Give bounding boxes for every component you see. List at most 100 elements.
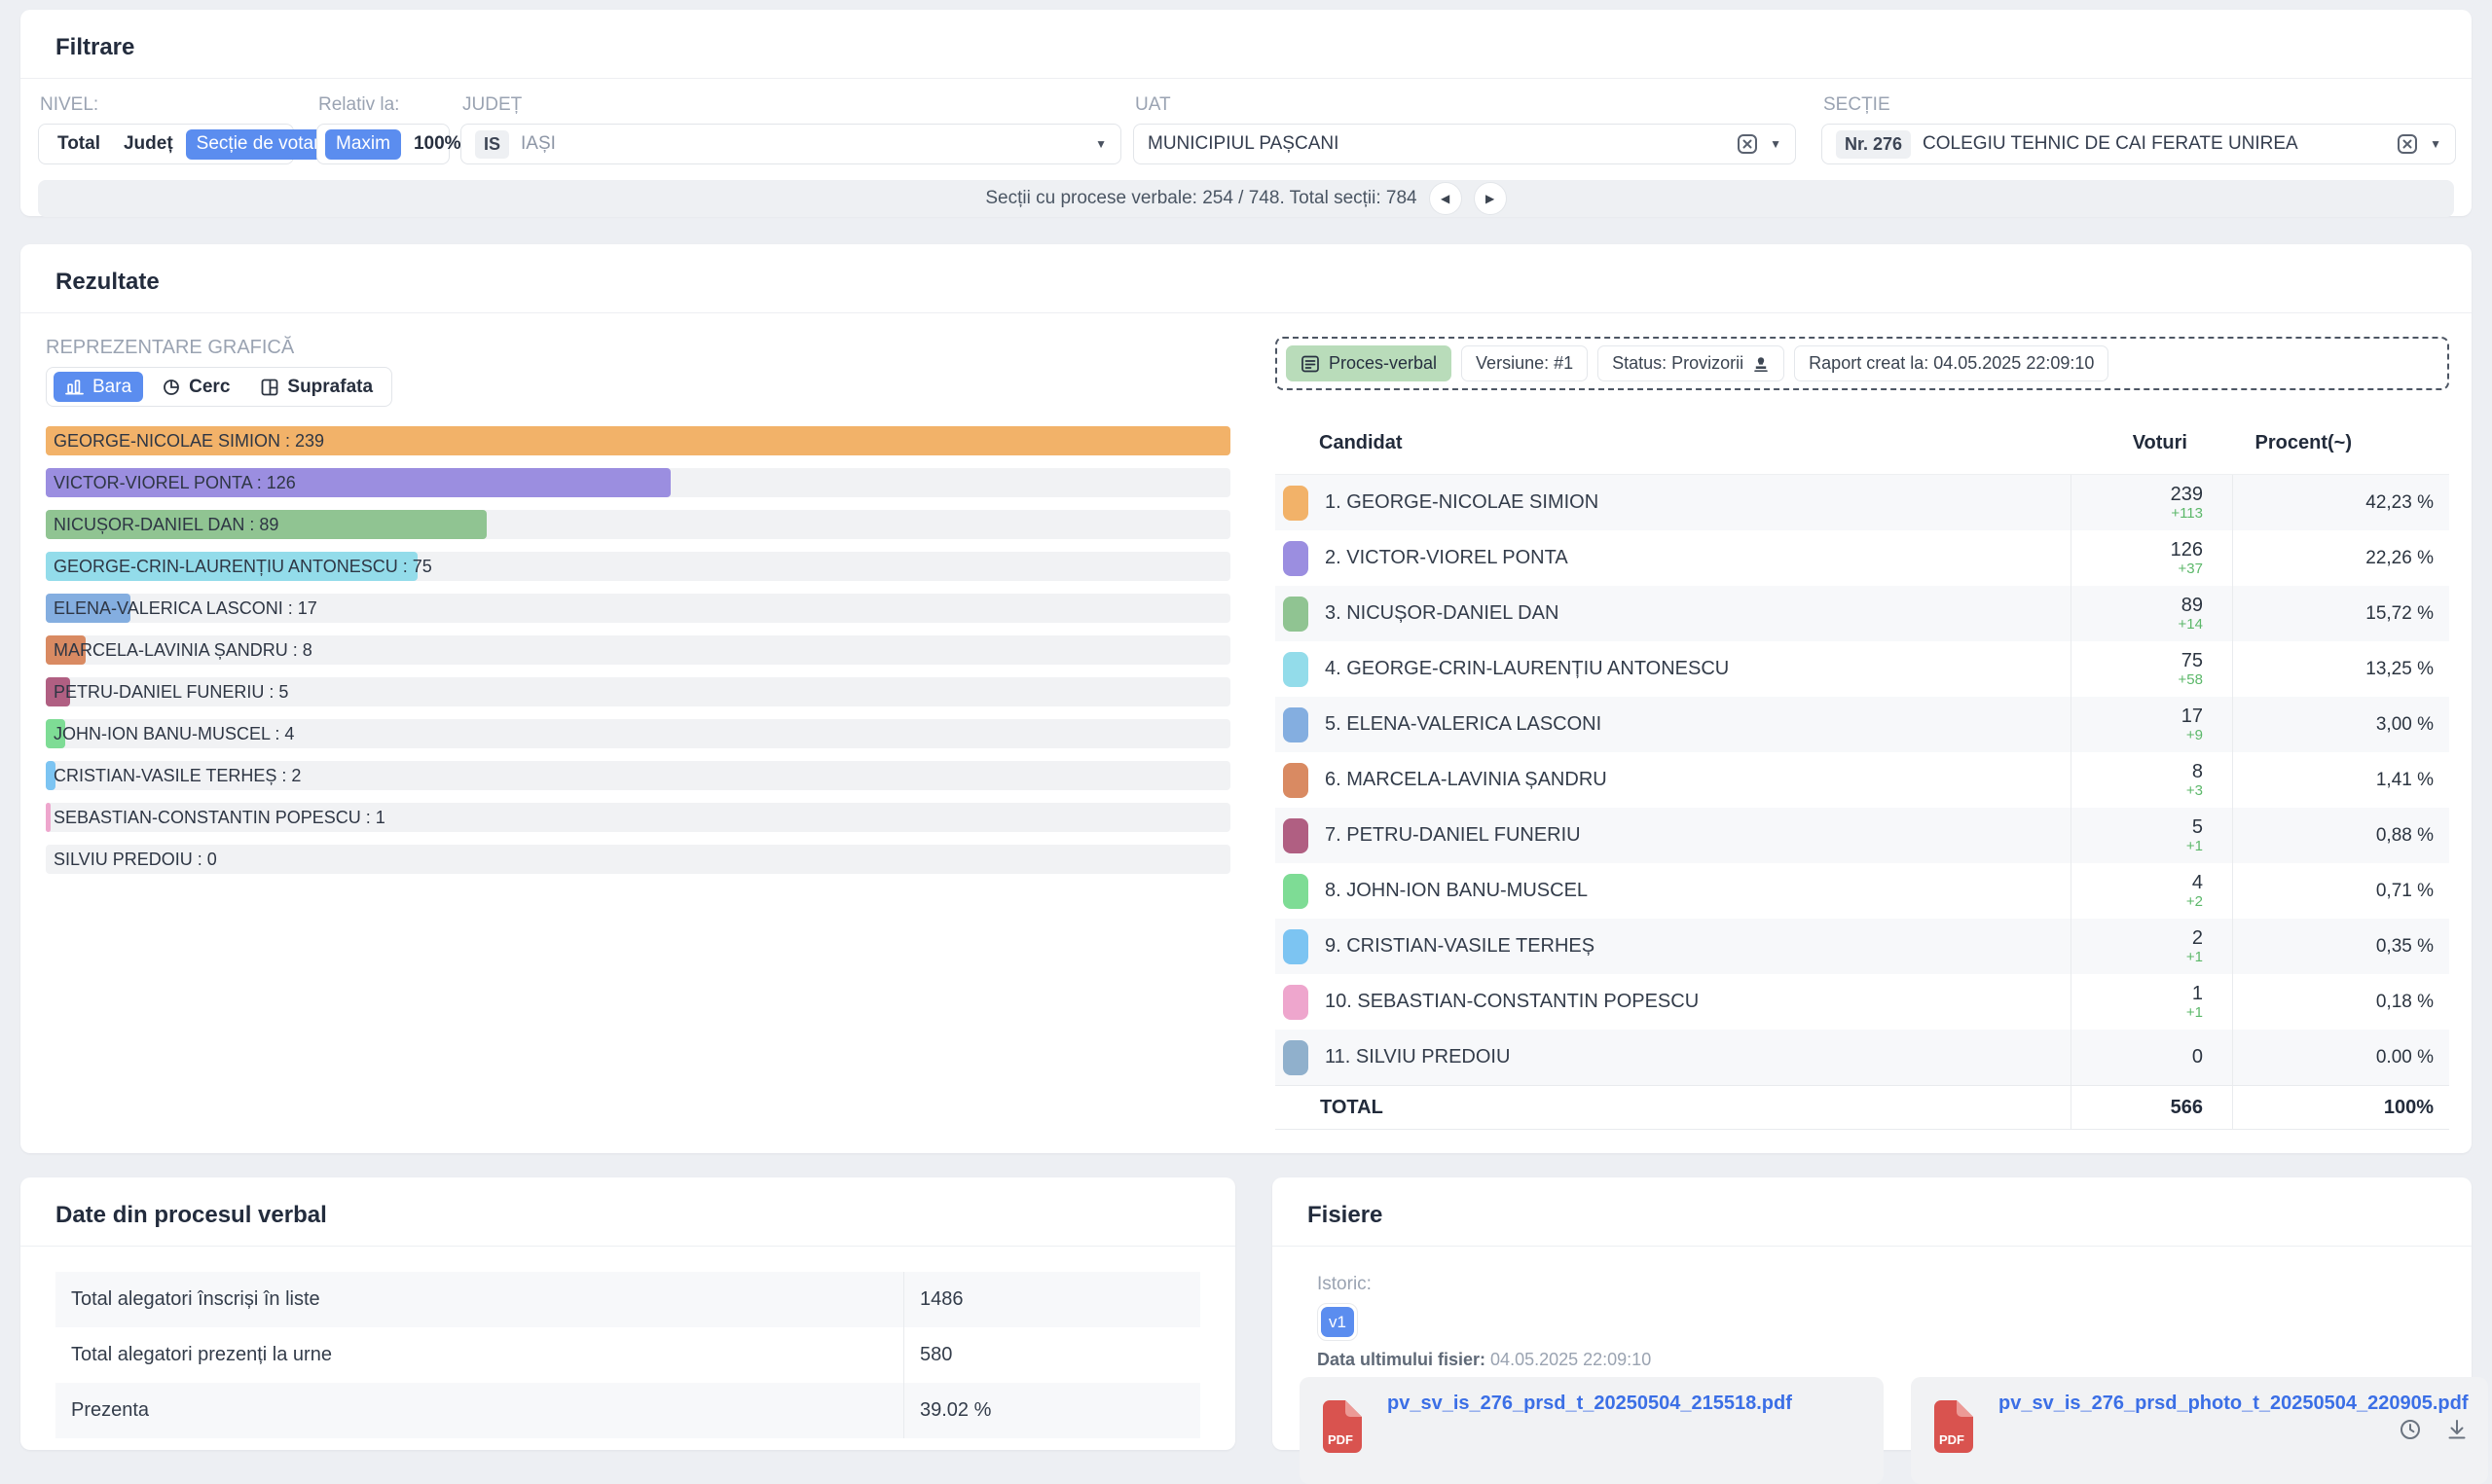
report-created-chip: Raport creat la: 04.05.2025 22:09:10 xyxy=(1794,345,2109,381)
nivel-option-judet[interactable]: Județ xyxy=(113,129,184,160)
votes-value: 2 xyxy=(2191,927,2203,949)
relativ-label: Relativ la: xyxy=(318,94,400,115)
candidate-name: 8. JOHN-ION BANU-MUSCEL xyxy=(1325,880,1589,901)
nivel-option-total[interactable]: Total xyxy=(47,129,111,160)
results-table-body: 1. GEORGE-NICOLAE SIMION 239 +113 42,23 % 2.… xyxy=(1275,475,2449,1085)
last-file-meta: Data ultimului fisier: 04.05.2025 22:09:… xyxy=(1317,1350,2458,1370)
download-button[interactable] xyxy=(2445,1418,2469,1441)
candidate-color-chip xyxy=(1283,1039,1308,1075)
candidate-name: 10. SEBASTIAN-CONSTANTIN POPESCU xyxy=(1325,991,1700,1012)
results-card-title: Rezultate xyxy=(55,269,160,295)
candidate-cell: 2. VICTOR-VIOREL PONTA xyxy=(1275,530,2071,586)
pdf-file-link[interactable]: pv_sv_is_276_prsd_photo_t_20250504_22090… xyxy=(1998,1393,2469,1415)
chart-bar-row: NICUȘOR-DANIEL DAN : 89 xyxy=(46,510,1230,539)
candidate-row: 10. SEBASTIAN-CONSTANTIN POPESCU 1 +1 0,18 … xyxy=(1275,974,2449,1030)
relativ-option-maxim[interactable]: Maxim xyxy=(325,128,401,160)
votes-value: 17 xyxy=(2180,706,2203,727)
pv-data-card: Date din procesul verbal Total alegatori… xyxy=(20,1177,1235,1450)
results-table-header: Candidat Voturi Procent(~) xyxy=(1275,413,2449,475)
chevron-down-icon[interactable]: ▼ xyxy=(2430,137,2441,151)
chart-bar-track: SILVIU PREDOIU : 0 xyxy=(46,845,1230,874)
version-badge-wrapper: v1 xyxy=(1317,1303,1358,1341)
tab-cerc[interactable]: Cerc xyxy=(151,372,241,402)
candidate-cell: 7. PETRU-DANIEL FUNERIU xyxy=(1275,808,2071,863)
candidate-row: 11. SILVIU PREDOIU 0 0.00 % xyxy=(1275,1030,2449,1085)
percent-cell: 1,41 % xyxy=(2232,752,2449,808)
votes-value: 5 xyxy=(2191,816,2203,838)
candidate-row: 6. MARCELA-LAVINIA ȘANDRU 8 +3 1,41 % xyxy=(1275,752,2449,808)
header-voturi: Voturi xyxy=(2132,432,2187,453)
candidate-row: 2. VICTOR-VIOREL PONTA 126 +37 22,26 % xyxy=(1275,530,2449,586)
sectie-filter: SECȚIE Nr. 276 COLEGIU TEHNIC DE CAI FER… xyxy=(1821,94,2456,164)
versiune-chip[interactable]: Versiune: #1 xyxy=(1461,345,1589,381)
versiune-label: Versiune: #1 xyxy=(1476,353,1574,373)
votes-value: 8 xyxy=(2191,761,2203,782)
chevron-down-icon[interactable]: ▼ xyxy=(1770,137,1781,151)
percent-cell: 0,88 % xyxy=(2232,808,2449,863)
candidate-color-chip xyxy=(1283,540,1308,576)
chart-bar xyxy=(46,803,52,832)
status-chip[interactable]: Status: Provizorii xyxy=(1597,345,1785,381)
header-procent: Procent(~) xyxy=(2254,432,2352,453)
total-percent: 100% xyxy=(2232,1086,2449,1129)
votes-delta: +113 xyxy=(2171,505,2203,522)
sections-progress-bar: Secții cu procese verbale: 254 / 748. To… xyxy=(38,180,2454,217)
chart-bar-label: GEORGE-CRIN-LAURENȚIU ANTONESCU : 75 xyxy=(54,557,432,576)
sectie-clear-button[interactable] xyxy=(2397,133,2418,155)
votes-delta: +1 xyxy=(2185,949,2203,965)
history-button[interactable] xyxy=(2399,1418,2422,1441)
votes-cell: 17 +9 xyxy=(2071,697,2232,752)
candidate-name: 6. MARCELA-LAVINIA ȘANDRU xyxy=(1325,769,1607,790)
chart-bar-track: GEORGE-NICOLAE SIMION : 239 xyxy=(46,426,1230,455)
chart-bar-label: VICTOR-VIOREL PONTA : 126 xyxy=(54,473,296,492)
sectie-select[interactable]: Nr. 276 COLEGIU TEHNIC DE CAI FERATE UNI… xyxy=(1821,124,2456,164)
chevron-down-icon[interactable]: ▼ xyxy=(1095,137,1107,151)
files-card: Fisiere Istoric: v1 Data ultimului fisie… xyxy=(1272,1177,2488,1484)
candidate-row: 5. ELENA-VALERICA LASCONI 17 +9 3,00 % xyxy=(1275,697,2449,752)
nivel-label: NIVEL: xyxy=(40,94,99,115)
votes-cell: 75 +58 xyxy=(2071,641,2232,697)
judet-select[interactable]: IS IAȘI ▼ xyxy=(460,124,1121,164)
pv-row: Total alegatori prezenți la urne 580 xyxy=(55,1327,1200,1383)
pdf-file-icon: PDF xyxy=(1323,1400,1362,1453)
candidate-name: 11. SILVIU PREDOIU xyxy=(1325,1046,1511,1068)
candidate-cell: 1. GEORGE-NICOLAE SIMION xyxy=(1275,475,2071,530)
pdf-file-link[interactable]: pv_sv_is_276_prsd_t_20250504_215518.pdf xyxy=(1387,1393,1792,1415)
candidate-name: 7. PETRU-DANIEL FUNERIU xyxy=(1325,824,1581,846)
results-table-panel: Proces-verbal Versiune: #1 Status: Provi… xyxy=(1275,337,2449,1130)
chart-bar-row: JOHN-ION BANU-MUSCEL : 4 xyxy=(46,719,1230,748)
prev-section-button[interactable]: ◀ xyxy=(1428,182,1462,215)
percent-cell: 0.00 % xyxy=(2232,1030,2449,1085)
results-table: Candidat Voturi Procent(~) 1. GEORGE-NIC… xyxy=(1275,413,2449,1130)
results-card: Rezultate REPREZENTARE GRAFICĂ Bara Cerc… xyxy=(20,244,2472,1153)
uat-select[interactable]: MUNICIPIUL PAȘCANI ▼ xyxy=(1133,124,1796,164)
percent-cell: 0,71 % xyxy=(2232,863,2449,919)
judet-filter: JUDEȚ IS IAȘI ▼ xyxy=(460,94,1133,164)
uat-clear-button[interactable] xyxy=(1737,133,1758,155)
tab-bara-label: Bara xyxy=(92,376,132,397)
proces-verbal-chip[interactable]: Proces-verbal xyxy=(1286,345,1452,381)
candidate-row: 9. CRISTIAN-VASILE TERHEȘ 2 +1 0,35 % xyxy=(1275,919,2449,974)
tab-cerc-label: Cerc xyxy=(189,376,231,397)
tab-bara[interactable]: Bara xyxy=(54,372,144,402)
votes-value: 4 xyxy=(2191,872,2203,893)
chart-type-tabs: Bara Cerc Suprafata xyxy=(46,367,393,407)
total-votes: 566 xyxy=(2071,1086,2232,1129)
pv-row-label: Total alegatori prezenți la urne xyxy=(71,1344,332,1365)
pdf-file-icon: PDF xyxy=(1934,1400,1973,1453)
chart-bar-row: VICTOR-VIOREL PONTA : 126 xyxy=(46,468,1230,497)
candidate-color-chip xyxy=(1283,873,1308,909)
total-label: TOTAL xyxy=(1320,1096,1383,1118)
candidate-color-chip xyxy=(1283,984,1308,1020)
candidate-cell: 8. JOHN-ION BANU-MUSCEL xyxy=(1275,863,2071,919)
votes-cell: 5 +1 xyxy=(2071,808,2232,863)
relativ-button-group: Maxim 100% xyxy=(316,124,461,164)
nivel-button-group: Total Județ Secție de votare xyxy=(38,124,341,164)
candidate-cell: 5. ELENA-VALERICA LASCONI xyxy=(1275,697,2071,752)
votes-value: 89 xyxy=(2180,595,2203,616)
header-candidat: Candidat xyxy=(1319,432,1403,453)
history-label: Istoric: xyxy=(1317,1274,1372,1294)
version-v1-button[interactable]: v1 xyxy=(1321,1307,1354,1337)
tab-suprafata[interactable]: Suprafata xyxy=(249,372,385,402)
next-section-button[interactable]: ▶ xyxy=(1473,182,1507,215)
